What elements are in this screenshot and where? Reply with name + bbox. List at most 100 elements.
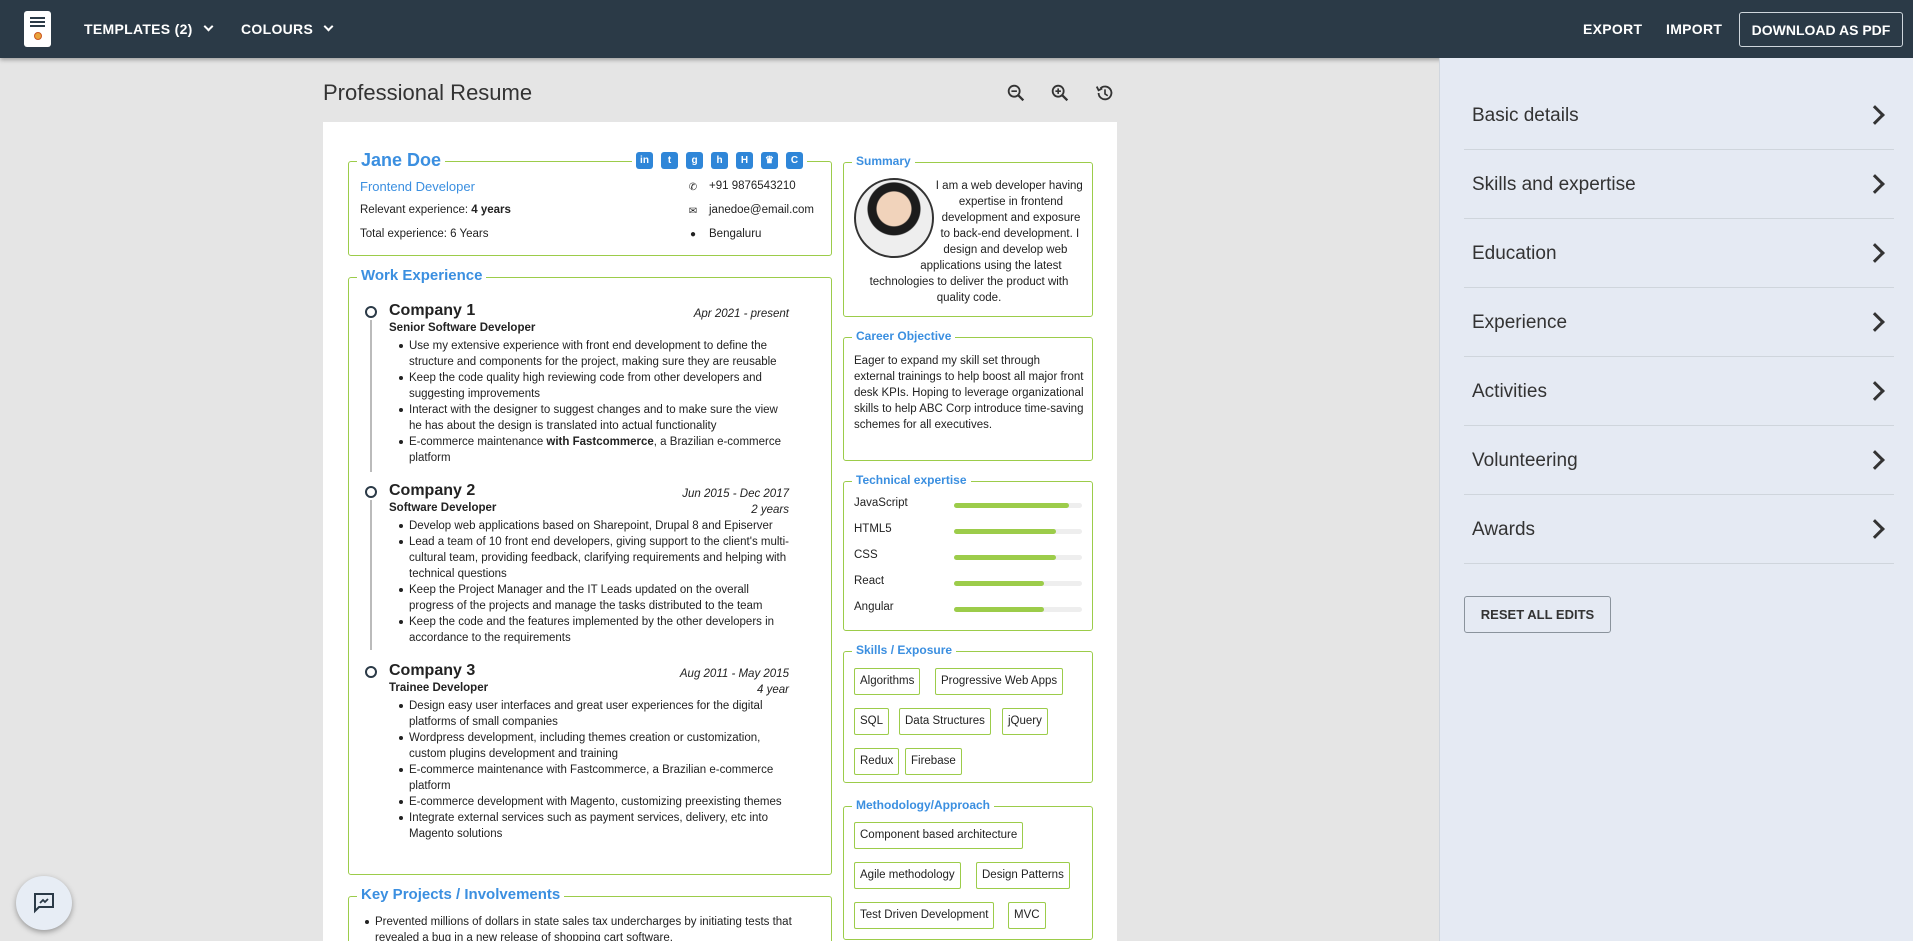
twitter-icon[interactable]: t: [661, 152, 678, 169]
relevant-experience-value: 4 years: [471, 204, 511, 216]
tech-skill-name: JavaScript: [854, 497, 908, 509]
top-bar: TEMPLATES (2) COLOURS EXPORT IMPORT DOWN…: [0, 0, 1913, 58]
tech-skill-row[interactable]: React: [854, 575, 1084, 591]
methodology-section: Methodology/Approach Component based arc…: [843, 798, 1093, 940]
tech-skill-fill: [954, 503, 1070, 508]
bullet-item[interactable]: Prevented millions of dollars in state s…: [365, 914, 815, 941]
skills-section: Skills / Exposure Algorithms Progressive…: [843, 643, 1093, 783]
sidebar-item-experience[interactable]: Experience: [1464, 288, 1894, 357]
company-date-range: Jun 2015 - Dec 2017: [682, 488, 789, 500]
tech-skill-name: React: [854, 575, 885, 587]
bullet-item: Integrate external services such as paym…: [399, 810, 789, 842]
skill-chip[interactable]: Data Structures: [899, 708, 991, 735]
bullet-item: E-commerce maintenance with Fastcommerce…: [399, 762, 789, 794]
hackerrank-icon[interactable]: H: [736, 152, 753, 169]
methodology-heading: Methodology/Approach: [852, 798, 994, 812]
bullet-item: Wordpress development, including themes …: [399, 730, 789, 762]
company-entry[interactable]: Company 2 Jun 2015 - Dec 2017 2 years Sof…: [365, 482, 805, 652]
linkedin-icon[interactable]: in: [636, 152, 653, 169]
skill-chip[interactable]: Algorithms: [854, 668, 921, 695]
crown-icon[interactable]: ♛: [761, 152, 778, 169]
bullet-item: E-commerce development with Magento, cus…: [399, 794, 789, 810]
method-chip[interactable]: Component based architecture: [854, 822, 1024, 849]
tech-skill-fill: [954, 555, 1057, 560]
tech-skill-row[interactable]: Angular: [854, 601, 1084, 617]
company-bullets: Develop web applications based on Sharep…: [399, 518, 789, 646]
reset-all-edits-button[interactable]: RESET ALL EDITS: [1464, 596, 1611, 633]
bullet-item: E-commerce maintenance with Fastcommerce…: [399, 434, 789, 466]
career-objective-heading: Career Objective: [852, 329, 956, 343]
social-links: in t g h H ♛ C: [632, 152, 807, 169]
timeline-dot: [365, 486, 377, 498]
sidebar-item-label: Skills and expertise: [1472, 174, 1636, 195]
bullet-item: Develop web applications based on Sharep…: [399, 518, 789, 534]
templates-menu[interactable]: TEMPLATES (2): [84, 0, 214, 58]
skills-heading: Skills / Exposure: [852, 643, 957, 657]
skill-chip[interactable]: Redux: [854, 748, 900, 775]
sidebar-item-skills[interactable]: Skills and expertise: [1464, 150, 1894, 219]
sidebar-item-basic-details[interactable]: Basic details: [1464, 81, 1894, 150]
export-button[interactable]: EXPORT: [1583, 0, 1642, 58]
zoom-in-icon[interactable]: [1049, 82, 1071, 104]
page-title: Professional Resume: [323, 80, 533, 105]
sidebar-item-activities[interactable]: Activities: [1464, 357, 1894, 426]
chevron-right-icon: [1865, 105, 1885, 125]
chevron-right-icon: [1865, 312, 1885, 332]
bullet-item: Design easy user interfaces and great us…: [399, 698, 789, 730]
zoom-out-icon[interactable]: [1005, 82, 1027, 104]
sidebar-item-volunteering[interactable]: Volunteering: [1464, 426, 1894, 495]
method-chip[interactable]: Design Patterns: [976, 862, 1070, 889]
method-chip[interactable]: Agile methodology: [854, 862, 961, 889]
company-duration: 2 years: [751, 504, 789, 516]
history-reset-icon[interactable]: [1094, 82, 1116, 104]
work-experience-section: Work Experience Company 1 Apr 2021 - pre…: [348, 267, 832, 875]
tech-skill-row[interactable]: CSS: [854, 549, 1084, 565]
relevant-experience: Relevant experience: 4 years: [360, 204, 511, 216]
feedback-icon: [34, 893, 54, 914]
sidebar-item-label: Activities: [1472, 381, 1547, 402]
colours-menu[interactable]: COLOURS: [241, 0, 334, 58]
email-address[interactable]: janedoe@email.com: [709, 204, 814, 216]
import-button[interactable]: IMPORT: [1666, 0, 1722, 58]
tech-skill-name: HTML5: [854, 523, 892, 535]
career-objective-text[interactable]: Eager to expand my skill set through ext…: [844, 338, 1092, 433]
resume-name[interactable]: Jane Doe: [357, 150, 446, 171]
app-logo-icon[interactable]: [24, 11, 51, 47]
company-name: Company 2: [389, 482, 476, 499]
company-entry[interactable]: Company 3 Aug 2011 - May 2015 4 year Trai…: [365, 662, 805, 862]
codechef-icon[interactable]: C: [786, 152, 803, 169]
tech-skill-fill: [954, 581, 1044, 586]
skill-chip[interactable]: jQuery: [1002, 708, 1048, 735]
hashnode-icon[interactable]: h: [711, 152, 728, 169]
sidebar-item-education[interactable]: Education: [1464, 219, 1894, 288]
key-projects-section: Key Projects / Involvements Prevented mi…: [348, 886, 832, 941]
company-date-range: Aug 2011 - May 2015: [679, 668, 789, 680]
chevron-down-icon: [323, 21, 334, 32]
tech-skill-row[interactable]: HTML5: [854, 523, 1084, 539]
tech-skill-row[interactable]: JavaScript: [854, 497, 1084, 513]
method-chip[interactable]: Test Driven Development: [854, 902, 995, 929]
chevron-right-icon: [1865, 174, 1885, 194]
key-projects-heading: Key Projects / Involvements: [357, 886, 565, 903]
sidebar-item-label: Awards: [1472, 519, 1536, 540]
avatar[interactable]: [854, 178, 934, 258]
timeline-dot: [365, 306, 377, 318]
tech-skill-bar: [954, 581, 1082, 586]
resume-paper: Jane Doe in t g h H ♛ C Frontend Develop…: [323, 122, 1117, 941]
method-chip[interactable]: MVC: [1008, 902, 1046, 929]
phone-icon: ✆: [688, 182, 698, 193]
skill-chip[interactable]: SQL: [854, 708, 890, 735]
sidebar-item-awards[interactable]: Awards: [1464, 495, 1894, 564]
technical-expertise-heading: Technical expertise: [852, 473, 971, 487]
work-experience-heading: Work Experience: [357, 267, 487, 284]
feedback-button[interactable]: [16, 876, 72, 930]
company-entry[interactable]: Company 1 Apr 2021 - present Senior Soft…: [365, 302, 805, 472]
skill-chip[interactable]: Firebase: [905, 748, 962, 775]
skill-chip[interactable]: Progressive Web Apps: [935, 668, 1064, 695]
career-objective-section: Career Objective Eager to expand my skil…: [843, 329, 1093, 461]
phone-number[interactable]: +91 9876543210: [709, 180, 796, 192]
resume-job-title[interactable]: Frontend Developer: [360, 179, 475, 194]
github-icon[interactable]: g: [686, 152, 703, 169]
download-pdf-button[interactable]: DOWNLOAD AS PDF: [1739, 12, 1903, 47]
location[interactable]: Bengaluru: [709, 228, 761, 240]
